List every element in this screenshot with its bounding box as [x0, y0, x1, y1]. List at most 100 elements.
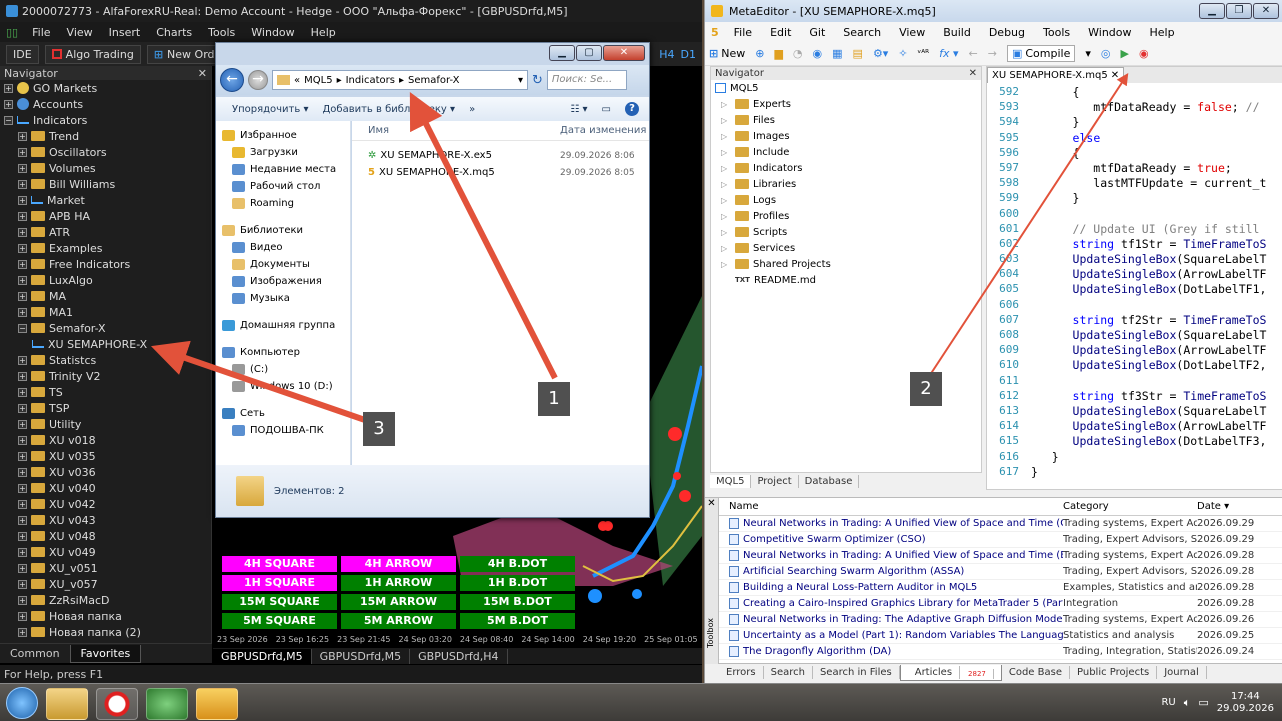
mt5-nav-item[interactable]: + XU v036 [0, 464, 211, 480]
mt5-nav-item[interactable]: + XU v035 [0, 448, 211, 464]
file-row[interactable]: ✲ XU SEMAPHORE-X.ex5 29.09.2026 8:06 [352, 147, 649, 164]
compile-button[interactable]: ▣ Compile [1006, 45, 1076, 62]
explorer-nav-item[interactable]: Изображения [216, 273, 350, 290]
mt5-nav-item[interactable]: + Statistcs [0, 352, 211, 368]
explorer-nav-item[interactable]: Недавние места [216, 161, 350, 178]
signal-box[interactable]: 4H B.DOT [460, 556, 575, 572]
preview-pane-icon[interactable]: ▭ [602, 104, 611, 115]
mt5-nav-item[interactable]: + Новая папка [0, 608, 211, 624]
signal-box[interactable]: 15M B.DOT [460, 594, 575, 610]
mt5-menu-charts[interactable]: Charts [148, 26, 200, 39]
chart-tab-3[interactable]: GBPUSDrfd,H4 [410, 648, 508, 664]
debug-icon[interactable]: ◎ [1101, 47, 1111, 60]
view-options-icon[interactable]: ☷ ▾ [570, 104, 587, 115]
mt5-nav-item[interactable]: + XU v048 [0, 528, 211, 544]
new-item-icon[interactable]: ⊕ [755, 47, 764, 60]
redo-arrow-icon[interactable]: → [988, 47, 997, 60]
expand-toggle-icon[interactable]: − [18, 323, 27, 333]
refresh-icon[interactable]: ↻ [532, 73, 543, 88]
mt5-nav-item[interactable]: + Bill Williams [0, 176, 211, 192]
expand-arrow-icon[interactable]: ▷ [721, 132, 731, 141]
ide-button[interactable]: IDE [6, 44, 39, 64]
column-date[interactable]: Дата изменения [560, 125, 649, 136]
expand-toggle-icon[interactable]: + [18, 403, 27, 413]
path-segment-mql5[interactable]: MQL5 [304, 75, 332, 86]
expand-toggle-icon[interactable]: + [18, 179, 27, 189]
open-folder-icon[interactable]: ▆ [774, 47, 782, 60]
add-to-library-button[interactable]: Добавить в библиотеку ▾ [322, 104, 455, 115]
yandex-browser-icon[interactable] [96, 688, 138, 720]
expand-toggle-icon[interactable]: + [18, 243, 27, 253]
explorer-search-input[interactable]: Поиск: Se... [546, 70, 627, 90]
tab-errors[interactable]: Errors [719, 666, 764, 679]
column-name[interactable]: Имя [352, 125, 560, 136]
mt5-nav-item[interactable]: + Examples [0, 240, 211, 256]
navigator-toggle-icon[interactable]: ▤ [853, 47, 863, 60]
mt5-nav-item[interactable]: − Indicators [0, 112, 211, 128]
mt5-nav-item[interactable]: + TSP [0, 400, 211, 416]
expand-toggle-icon[interactable]: + [18, 451, 27, 461]
expand-toggle-icon[interactable]: + [18, 371, 27, 381]
explorer-nav-item[interactable]: Документы [216, 256, 350, 273]
signal-box[interactable]: 15M SQUARE [222, 594, 337, 610]
forward-nav-icon[interactable]: ◉ [813, 47, 823, 60]
expand-toggle-icon[interactable]: + [18, 259, 27, 269]
me-minimize-icon[interactable]: ▁ [1199, 3, 1225, 19]
mt5-nav-item[interactable]: + XU v040 [0, 480, 211, 496]
tab-database[interactable]: Database [799, 475, 860, 488]
mt5-nav-item[interactable]: XU SEMAPHORE-X [0, 336, 211, 352]
explorer-nav-item[interactable]: Библиотеки [216, 222, 350, 239]
me-nav-item[interactable]: ▷ Scripts [711, 224, 981, 240]
me-nav-item[interactable]: ▷ Experts [711, 96, 981, 112]
path-overflow[interactable]: « [294, 75, 300, 86]
expand-arrow-icon[interactable]: ▷ [721, 244, 731, 253]
chart-tab-1[interactable]: GBPUSDrfd,M5 [213, 648, 312, 664]
expand-toggle-icon[interactable]: + [18, 547, 27, 557]
back-nav-icon[interactable]: ◔ [793, 47, 803, 60]
path-segment-indicators[interactable]: Indicators [346, 75, 395, 86]
expand-toggle-icon[interactable]: + [18, 387, 27, 397]
expand-toggle-icon[interactable]: + [18, 355, 27, 365]
mt5-nav-item[interactable]: + XU v043 [0, 512, 211, 528]
mt5-nav-item[interactable]: + Accounts [0, 96, 211, 112]
mt5-nav-item[interactable]: + Trinity V2 [0, 368, 211, 384]
me-menu-search[interactable]: Search [834, 26, 890, 39]
explorer-minimize-icon[interactable]: ▁ [549, 45, 575, 61]
explorer-nav-item[interactable]: (C:) [216, 361, 350, 378]
signal-box[interactable]: 1H B.DOT [460, 575, 575, 591]
mt5-nav-item[interactable]: + APB HA [0, 208, 211, 224]
signal-box[interactable]: 1H SQUARE [222, 575, 337, 591]
toolbox-close-icon[interactable]: ✕ [705, 498, 718, 509]
explorer-nav-item[interactable]: Windows 10 (D:) [216, 378, 350, 395]
expand-toggle-icon[interactable]: + [18, 515, 27, 525]
explorer-maximize-icon[interactable]: ▢ [576, 45, 602, 61]
me-navigator-close-icon[interactable]: ✕ [969, 68, 977, 79]
signal-box[interactable]: 4H ARROW [341, 556, 456, 572]
help-icon[interactable]: ? [625, 102, 639, 116]
tab-code-base[interactable]: Code Base [1002, 666, 1070, 679]
expand-toggle-icon[interactable]: + [18, 227, 27, 237]
me-menu-edit[interactable]: Edit [761, 26, 800, 39]
explorer-nav-item[interactable]: Избранное [216, 127, 350, 144]
expand-arrow-icon[interactable]: ▷ [721, 100, 731, 109]
mt5-nav-item[interactable]: + TS [0, 384, 211, 400]
expand-toggle-icon[interactable]: + [18, 147, 27, 157]
me-nav-item[interactable]: ▷ Files [711, 112, 981, 128]
expand-arrow-icon[interactable]: ▷ [721, 180, 731, 189]
me-close-icon[interactable]: ✕ [1253, 3, 1279, 19]
clock[interactable]: 17:44 29.09.2026 [1217, 691, 1274, 715]
article-row[interactable]: The Dragonfly Algorithm (DA) Trading, Int… [719, 644, 1282, 660]
explorer-nav-item[interactable]: ПОДОШВА-ПК [216, 422, 350, 439]
col-category[interactable]: Category [1063, 501, 1197, 512]
article-row[interactable]: Uncertainty as a Model (Part 1): Random … [719, 628, 1282, 644]
expand-toggle-icon[interactable]: + [18, 291, 27, 301]
tab-public-projects[interactable]: Public Projects [1070, 666, 1158, 679]
me-nav-item[interactable]: ▷ Services [711, 240, 981, 256]
me-menu-help[interactable]: Help [1141, 26, 1184, 39]
me-nav-item[interactable]: ▷ Include [711, 144, 981, 160]
mt5-nav-item[interactable]: + Oscillators [0, 144, 211, 160]
expand-toggle-icon[interactable]: + [18, 435, 27, 445]
path-segment-semafor[interactable]: Semafor-X [408, 75, 459, 86]
article-row[interactable]: Neural Networks in Trading: A Unified Vi… [719, 516, 1282, 532]
expand-toggle-icon[interactable]: + [18, 195, 27, 205]
